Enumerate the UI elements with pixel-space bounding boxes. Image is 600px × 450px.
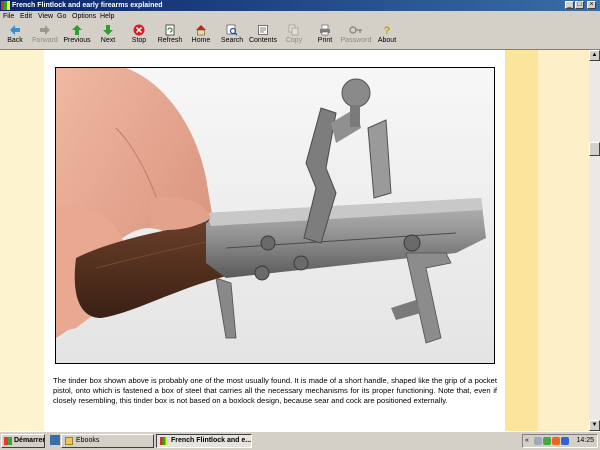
body-paragraph: The tinder box shown above is probably o… <box>53 376 497 405</box>
app-icon <box>1 1 10 10</box>
menu-options[interactable]: Options <box>72 11 96 22</box>
copy-button[interactable]: Copy <box>282 24 306 49</box>
about-icon: ? <box>384 25 391 36</box>
task-ebooks[interactable]: Ebooks <box>61 434 154 448</box>
vertical-scrollbar[interactable]: ▲ ▼ <box>589 50 600 431</box>
ebook-app-icon <box>160 437 168 445</box>
print-icon <box>320 24 330 36</box>
window-title: French Flintlock and early firearms expl… <box>12 2 163 9</box>
task-ebooks-label: Ebooks <box>76 437 100 444</box>
print-button[interactable]: Print <box>313 24 337 49</box>
contents-button[interactable]: Contents <box>248 24 278 49</box>
quick-launch-desktop-icon[interactable] <box>50 435 60 445</box>
contents-icon <box>258 25 268 35</box>
menu-bar: File Edit View Go Options Help <box>0 11 600 22</box>
stop-label: Stop <box>131 37 147 44</box>
toolbar: Back Forward Previous Next Stop Refresh … <box>0 22 600 50</box>
previous-button[interactable]: Previous <box>62 24 92 49</box>
scroll-thumb[interactable] <box>589 142 600 156</box>
copy-icon <box>288 24 299 36</box>
scroll-up-button[interactable]: ▲ <box>589 50 600 61</box>
about-button[interactable]: ? About <box>375 24 399 49</box>
key-icon <box>349 26 362 34</box>
title-bar[interactable]: French Flintlock and early firearms expl… <box>0 0 600 11</box>
maximize-button[interactable]: □ <box>575 1 584 9</box>
menu-edit[interactable]: Edit <box>20 11 32 22</box>
taskbar: Démarrer Ebooks French Flintlock and e..… <box>0 431 600 450</box>
windows-logo-icon <box>4 437 12 445</box>
task-french-flintlock[interactable]: French Flintlock and e... <box>156 434 252 448</box>
clock: 14:25 <box>576 437 594 444</box>
tinder-box-photo <box>55 67 495 364</box>
tray-expand-button[interactable]: « <box>525 435 529 447</box>
home-button[interactable]: Home <box>188 24 214 49</box>
menu-help[interactable]: Help <box>100 11 114 22</box>
network-icon[interactable] <box>534 437 542 445</box>
about-label: About <box>377 37 397 44</box>
minimize-button[interactable]: _ <box>565 1 574 9</box>
refresh-icon <box>165 24 175 36</box>
stop-button[interactable]: Stop <box>126 24 152 49</box>
close-button[interactable]: × <box>587 1 596 9</box>
search-button[interactable]: Search <box>218 24 246 49</box>
previous-label: Previous <box>63 37 91 44</box>
security-icon[interactable] <box>543 437 551 445</box>
page-viewport[interactable]: The tinder box shown above is probably o… <box>0 50 589 431</box>
menu-go[interactable]: Go <box>57 11 66 22</box>
refresh-label: Refresh <box>157 37 183 44</box>
task-french-flintlock-label: French Flintlock and e... <box>171 437 252 444</box>
next-label: Next <box>100 37 116 44</box>
search-icon <box>226 24 238 36</box>
back-arrow-icon <box>10 25 20 35</box>
password-button[interactable]: Password <box>340 24 372 49</box>
folder-icon <box>65 437 73 445</box>
menu-view[interactable]: View <box>38 11 53 22</box>
contents-label: Contents <box>248 37 278 44</box>
stop-icon <box>133 24 145 36</box>
menu-file[interactable]: File <box>3 11 14 22</box>
back-label: Back <box>7 37 23 44</box>
forward-button[interactable]: Forward <box>30 24 60 49</box>
forward-arrow-icon <box>40 25 50 35</box>
system-tray: « 14:25 <box>522 434 598 448</box>
svg-text:?: ? <box>384 25 391 36</box>
password-label: Password <box>340 37 372 44</box>
search-label: Search <box>220 37 244 44</box>
home-label: Home <box>191 37 211 44</box>
volume-icon[interactable] <box>561 437 569 445</box>
up-arrow-icon <box>72 25 82 35</box>
forward-label: Forward <box>32 37 58 44</box>
copy-label: Copy <box>285 37 303 44</box>
next-button[interactable]: Next <box>95 24 121 49</box>
down-arrow-icon <box>103 25 113 35</box>
back-button[interactable]: Back <box>2 24 28 49</box>
scroll-down-button[interactable]: ▼ <box>589 420 600 431</box>
antivirus-icon[interactable] <box>552 437 560 445</box>
start-label: Démarrer <box>14 437 46 444</box>
print-label: Print <box>317 37 333 44</box>
page-margin-right <box>538 50 589 431</box>
start-button[interactable]: Démarrer <box>1 434 45 448</box>
refresh-button[interactable]: Refresh <box>155 24 185 49</box>
home-icon <box>196 25 206 36</box>
